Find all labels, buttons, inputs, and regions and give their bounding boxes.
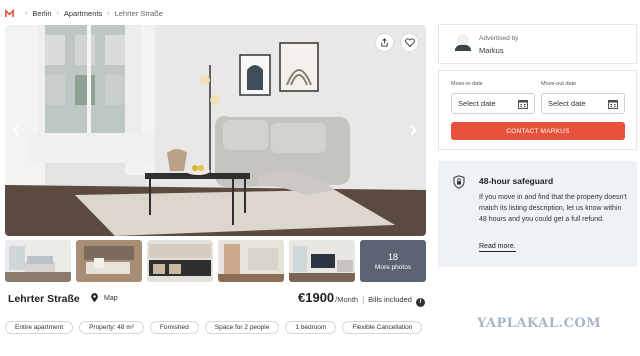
move-out-date-field[interactable]: Select date <box>541 93 625 114</box>
chevron-left-icon <box>12 124 19 136</box>
avatar-icon <box>455 34 471 51</box>
thumbnail[interactable] <box>147 240 213 282</box>
shield-icon <box>453 175 465 189</box>
booking-card: Move-in date Select date Move-out date S… <box>438 70 637 150</box>
bills-included-label: Bills included <box>368 295 412 304</box>
chevron-right-icon <box>410 124 417 136</box>
watermark: YAPLAKAL.COM <box>477 316 602 331</box>
breadcrumb-berlin[interactable]: Berlin <box>32 9 51 18</box>
breadcrumb-current: Lehrter Straße <box>114 8 163 18</box>
move-in-label: Move-in date <box>451 81 483 87</box>
tag-capacity: Space for 2 people <box>204 321 280 334</box>
more-photos-label: More photos <box>374 263 412 271</box>
more-photos-count: 18 <box>387 251 398 262</box>
feature-tags: Entire apartment Property: 48 m² Furnish… <box>5 321 425 334</box>
share-button[interactable] <box>375 33 394 52</box>
move-out-placeholder: Select date <box>548 99 586 108</box>
safeguard-description: If you move in and find that the propert… <box>479 194 627 224</box>
move-out-label: Move-out date <box>541 81 577 87</box>
price-divider: | <box>362 295 365 304</box>
map-link-label: Map <box>104 294 118 302</box>
logo-icon[interactable] <box>5 8 14 18</box>
breadcrumb-apartments[interactable]: Apartments <box>64 9 102 18</box>
favorite-button[interactable] <box>400 33 419 52</box>
next-photo-button[interactable] <box>406 120 420 140</box>
listing-title: Lehrter Straße <box>8 293 80 305</box>
living-room-photo <box>5 25 426 236</box>
tag-property-size: Property: 48 m² <box>79 321 144 334</box>
safeguard-title: 48-hour safeguard <box>479 176 554 186</box>
breadcrumb: › Berlin › Apartments › Lehrter Straße <box>5 6 163 20</box>
chevron-right-icon: › <box>56 9 59 17</box>
tag-cancellation: Flexible Cancellation <box>342 321 423 334</box>
heart-icon <box>404 38 415 47</box>
chevron-right-icon: › <box>25 9 28 17</box>
move-in-date-field[interactable]: Select date <box>451 93 535 114</box>
tag-furnished: Furnished <box>149 321 199 334</box>
safeguard-card: 48-hour safeguard If you move in and fin… <box>438 161 637 267</box>
price-amount: €1900 <box>298 290 335 305</box>
calendar-icon <box>608 100 618 109</box>
calendar-icon <box>518 100 528 109</box>
thumbnail[interactable] <box>5 240 71 282</box>
thumbnail[interactable] <box>76 240 142 282</box>
tag-entire-apartment: Entire apartment <box>5 321 74 334</box>
thumbnail-strip: 18 More photos <box>5 240 426 282</box>
share-icon <box>381 38 388 47</box>
advertiser-card: Advertised by Markus <box>438 24 637 64</box>
chevron-right-icon: › <box>107 9 110 17</box>
thumbnail[interactable] <box>289 240 355 282</box>
map-pin-icon <box>91 293 98 303</box>
info-icon[interactable]: i <box>415 297 425 307</box>
tag-bedrooms: 1 bedroom <box>285 321 337 334</box>
more-photos-button[interactable]: 18 More photos <box>360 240 426 282</box>
advertiser-label: Advertised by <box>479 35 519 42</box>
contact-button[interactable]: CONTACT MARKUS <box>451 122 625 140</box>
main-photo[interactable] <box>5 25 426 236</box>
advertiser-name[interactable]: Markus <box>479 46 504 55</box>
price-period: /Month <box>335 295 359 304</box>
previous-photo-button[interactable] <box>9 120 23 140</box>
move-in-placeholder: Select date <box>458 99 496 108</box>
thumbnail[interactable] <box>218 240 284 282</box>
read-more-link[interactable]: Read more. <box>479 243 516 252</box>
price-block: €1900 /Month | Bills included i <box>298 290 425 307</box>
map-link[interactable]: Map <box>90 293 118 303</box>
